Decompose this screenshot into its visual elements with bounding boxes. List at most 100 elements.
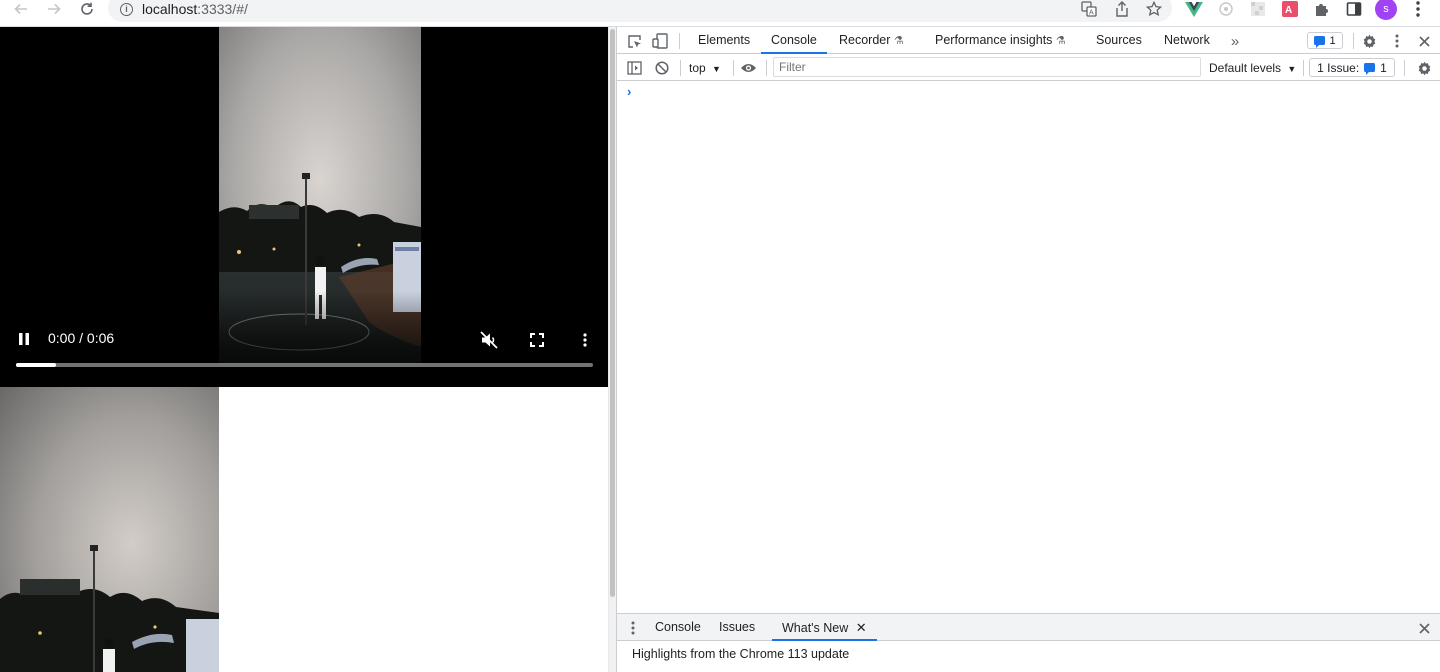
share-icon[interactable] [1113, 0, 1131, 18]
devtools-menu-button[interactable] [1388, 32, 1406, 50]
drawer-menu-button[interactable] [625, 619, 641, 637]
gear-icon [1418, 61, 1430, 75]
tab-console[interactable]: Console [761, 27, 827, 54]
toolbar-divider [1353, 33, 1354, 49]
extensions-puzzle-icon[interactable] [1313, 0, 1331, 18]
issues-label: 1 Issue: [1317, 60, 1360, 75]
issues-count: 1 [1380, 60, 1387, 75]
toolbar-divider [1303, 60, 1304, 76]
flask-icon: ⚗ [1055, 35, 1066, 47]
forward-button[interactable] [43, 0, 65, 18]
vue-devtools-icon[interactable] [1185, 0, 1203, 18]
toolbar-divider [680, 60, 681, 76]
reload-icon [81, 2, 93, 15]
devtools-panel: Elements Console Recorder ⚗ Performance … [616, 27, 1440, 672]
drawer-tab-issues[interactable]: Issues [719, 614, 755, 641]
flask-icon: ⚗ [893, 35, 904, 47]
translate-icon[interactable]: A [1080, 0, 1098, 18]
clear-console-button[interactable] [653, 59, 671, 77]
drawer-tab-whats-new[interactable]: What's New ✕ [772, 614, 877, 641]
video-time: 0:00 / 0:06 [48, 330, 115, 346]
live-expression-button[interactable] [739, 59, 757, 77]
eye-icon [740, 64, 756, 72]
close-drawer-button[interactable] [1415, 619, 1433, 637]
profile-initial: s [1383, 3, 1389, 15]
settings-button[interactable] [1360, 32, 1378, 50]
log-levels-label: Default levels [1209, 61, 1282, 75]
video-menu-button[interactable] [575, 329, 595, 351]
show-sidebar-button[interactable] [625, 59, 643, 77]
address-bar[interactable]: i localhost:3333/#/ A [108, 0, 1172, 22]
translator-extension-icon[interactable]: A [1281, 0, 1299, 18]
issues-badge[interactable]: 1 [1307, 32, 1343, 49]
issues-button[interactable]: 1 Issue: 1 [1309, 58, 1395, 77]
fullscreen-button[interactable] [526, 329, 548, 351]
more-tabs-chevron-icon[interactable]: » [1227, 32, 1243, 50]
toolbar-divider [733, 60, 734, 76]
browser-menu-icon[interactable] [1409, 0, 1427, 18]
block-icon [655, 61, 669, 75]
arrow-right-icon [48, 3, 61, 15]
volume-muted-icon [480, 331, 498, 349]
pause-icon [19, 333, 29, 345]
info-icon[interactable]: i [120, 3, 133, 16]
more-vert-icon [1395, 34, 1399, 48]
dropdown-arrow-icon: ▼ [1287, 64, 1297, 74]
message-icon [1364, 63, 1376, 75]
video-progress-bar[interactable] [16, 363, 593, 367]
svg-text:A: A [1089, 10, 1094, 17]
close-icon [1418, 35, 1430, 47]
toolbar-divider [766, 60, 767, 76]
drawer-tab-console[interactable]: Console [655, 614, 701, 641]
video-progress-fill [16, 363, 57, 367]
video-player-secondary[interactable] [0, 387, 219, 672]
whats-new-headline: Highlights from the Chrome 113 update [632, 647, 850, 661]
drawer-content: Highlights from the Chrome 113 update [617, 641, 1440, 672]
bookmark-star-icon[interactable] [1145, 0, 1163, 18]
drawer-tabbar: Console Issues What's New ✕ [617, 613, 1440, 641]
devtools-tabbar: Elements Console Recorder ⚗ Performance … [617, 27, 1440, 54]
page-viewport: 0:00 / 0:06 [0, 27, 608, 672]
more-vert-icon [631, 621, 635, 635]
tab-network[interactable]: Network [1164, 27, 1210, 54]
tab-performance-insights[interactable]: Performance insights ⚗ [935, 27, 1066, 54]
log-levels-dropdown[interactable]: Default levels ▼ [1209, 61, 1296, 75]
reload-button[interactable] [76, 0, 98, 18]
tab-recorder[interactable]: Recorder ⚗ [839, 27, 904, 54]
extension-grid-icon[interactable] [1249, 0, 1267, 18]
side-panel-icon[interactable] [1345, 0, 1363, 18]
context-label: top [689, 61, 706, 75]
browser-toolbar: i localhost:3333/#/ A A s [0, 0, 1440, 27]
drawer-tab-whats-new-label: What's New [782, 621, 849, 635]
toolbar-divider [679, 33, 680, 49]
back-button[interactable] [10, 0, 32, 18]
sidebar-toggle-icon [626, 61, 642, 75]
console-toolbar: top ▼ Default levels ▼ 1 Issue: 1 [617, 54, 1440, 81]
extension-circle-icon[interactable] [1217, 0, 1235, 18]
dropdown-arrow-icon: ▼ [712, 64, 721, 74]
device-toolbar-button[interactable] [651, 32, 669, 50]
context-selector[interactable]: top ▼ [689, 61, 721, 75]
tab-recorder-label: Recorder [839, 33, 891, 47]
close-tab-icon[interactable]: ✕ [856, 620, 867, 635]
close-devtools-button[interactable] [1415, 32, 1433, 50]
console-settings-button[interactable] [1415, 59, 1433, 77]
fullscreen-icon [530, 333, 544, 347]
page-scrollbar[interactable] [608, 27, 616, 672]
pause-button[interactable] [14, 329, 34, 349]
inspect-element-button[interactable] [625, 32, 643, 50]
inspect-icon [627, 34, 641, 48]
console-prompt[interactable]: › [627, 84, 631, 99]
profile-avatar[interactable]: s [1375, 0, 1397, 20]
tab-performance-insights-label: Performance insights [935, 33, 1053, 47]
scrollbar-thumb[interactable] [610, 29, 615, 597]
tab-elements[interactable]: Elements [698, 27, 750, 54]
mute-button[interactable] [478, 329, 500, 351]
close-icon [1418, 622, 1430, 634]
svg-text:A: A [1285, 5, 1292, 16]
console-filter-input[interactable] [773, 57, 1201, 77]
arrow-left-icon [14, 3, 27, 15]
tab-sources[interactable]: Sources [1096, 27, 1142, 54]
device-toggle-icon [652, 33, 668, 49]
video-player[interactable]: 0:00 / 0:06 [0, 27, 608, 387]
